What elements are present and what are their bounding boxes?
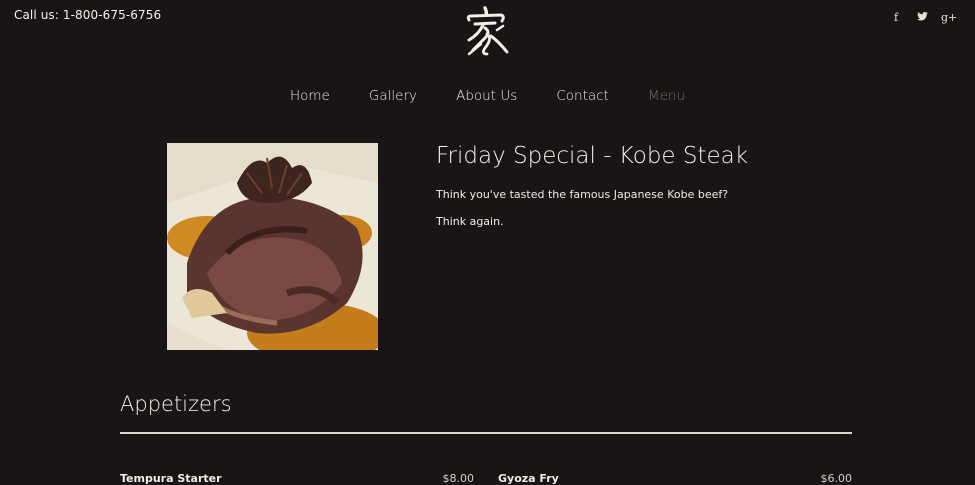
menu-item: Tempura Starter $8.00 [120, 472, 474, 485]
special-description: Think you've tasted the famous Japanese … [436, 188, 729, 201]
kanji-logo-icon[interactable] [461, 4, 511, 62]
phone-number: Call us: 1-800-675-6756 [14, 8, 162, 22]
google-plus-icon[interactable]: g+ [941, 11, 957, 24]
section-divider [120, 432, 852, 434]
special-title: Friday Special - Kobe Steak [436, 143, 749, 169]
kobe-steak-image [167, 143, 378, 350]
nav-item-about-us[interactable]: About Us [456, 88, 517, 104]
nav-item-gallery[interactable]: Gallery [369, 88, 417, 104]
facebook-icon[interactable]: f [889, 11, 903, 24]
main-nav: Home Gallery About Us Contact Menu [0, 85, 975, 104]
menu-item-name: Tempura Starter [120, 472, 222, 485]
nav-item-menu[interactable]: Menu [648, 88, 685, 104]
social-links: f g+ [889, 11, 957, 24]
nav-item-home[interactable]: Home [290, 88, 330, 104]
special-tagline: Think again. [436, 215, 504, 228]
menu-item: Gyoza Fry $6.00 [498, 472, 852, 485]
twitter-icon[interactable] [915, 11, 929, 24]
menu-item-price: $6.00 [820, 472, 853, 485]
menu-item-price: $8.00 [442, 472, 475, 485]
menu-item-name: Gyoza Fry [498, 472, 559, 485]
nav-item-contact[interactable]: Contact [556, 88, 609, 104]
section-title-appetizers: Appetizers [120, 392, 232, 416]
